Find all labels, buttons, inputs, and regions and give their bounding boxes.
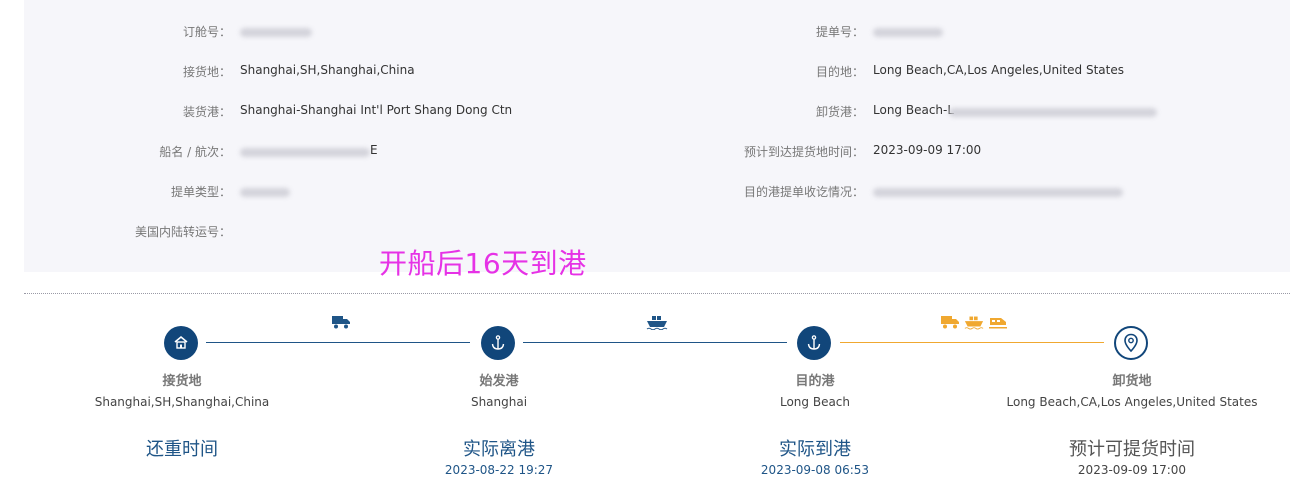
destination-value: Long Beach,CA,Los Angeles,United States (873, 63, 1124, 77)
annotation-text: 开船后16天到港 (379, 247, 587, 280)
receipt-place-label: 接货地： (182, 65, 231, 79)
bl-receipt-status-redacted (873, 188, 1123, 197)
truck-icon (332, 316, 350, 329)
ship-icon (964, 316, 984, 330)
booking-number-redacted (240, 28, 312, 37)
train-icon (989, 318, 1007, 329)
us-inland-transfer-label: 美国内陆转运号： (134, 225, 231, 239)
eta-pickup-value: 2023-09-09 17:00 (873, 143, 982, 157)
node-origin-port (481, 326, 515, 360)
node-destination-port (797, 326, 831, 360)
eta-pickup-label: 预计到达提货地时间： (743, 145, 864, 159)
event-actual-arrival: 实际到港 (779, 439, 851, 460)
stop-place-destination-port: Long Beach (779, 395, 851, 409)
booking-info-panel: 订舱号： 接货地： Shanghai,SH,Shanghai,China 装货港… (24, 0, 1290, 272)
bl-type-label: 提单类型： (170, 185, 231, 199)
node-delivery-place (1114, 326, 1148, 360)
bl-number-label: 提单号： (815, 25, 864, 39)
bl-number-redacted (873, 28, 943, 37)
loading-port-label: 装货港： (182, 105, 231, 119)
event-return-time: 还重时间 (146, 439, 218, 460)
bl-receipt-status-label: 目的港提单收讫情况： (743, 185, 864, 199)
destination-label: 目的地： (815, 65, 864, 79)
receipt-place-value: Shanghai,SH,Shanghai,China (240, 63, 415, 77)
stop-place-delivery-place: Long Beach,CA,Los Angeles,United States (1006, 395, 1258, 409)
time-actual-arrival: 2023-09-08 06:53 (760, 463, 870, 477)
section-divider (24, 293, 1290, 294)
ship-icon (646, 316, 668, 330)
stop-title-destination-port: 目的港 (795, 374, 835, 389)
stop-place-receipt: Shanghai,SH,Shanghai,China (94, 395, 270, 409)
truck-icon (941, 316, 959, 329)
timeline-segment-2 (523, 342, 787, 343)
stop-place-origin-port: Shanghai (470, 395, 528, 409)
booking-number-label: 订舱号： (182, 25, 231, 39)
time-estimated-pickup: 2023-09-09 17:00 (1077, 463, 1187, 477)
timeline-segment-1 (206, 342, 470, 343)
event-estimated-pickup: 预计可提货时间 (1069, 439, 1195, 460)
timeline-segment-3 (840, 342, 1104, 343)
vessel-voyage-redacted (240, 148, 370, 157)
stop-title-delivery-place: 卸货地 (1112, 374, 1152, 389)
home-icon (174, 335, 188, 349)
vessel-voyage-label: 船名 / 航次： (159, 145, 231, 159)
anchor-icon (807, 335, 821, 350)
discharge-port-label: 卸货港： (815, 105, 864, 119)
mode-multimodal (940, 313, 1008, 331)
bl-type-redacted (240, 188, 290, 197)
location-pin-icon (1124, 333, 1138, 353)
discharge-port-redacted (949, 108, 1157, 117)
anchor-icon (491, 335, 505, 350)
mode-truck (331, 313, 351, 331)
time-actual-departure: 2023-08-22 19:27 (444, 463, 554, 477)
stop-title-receipt: 接货地 (162, 374, 202, 389)
event-actual-departure: 实际离港 (463, 439, 535, 460)
stop-title-origin-port: 始发港 (479, 374, 519, 389)
node-receipt (164, 326, 198, 360)
discharge-port-value: Long Beach-L (873, 103, 955, 117)
mode-ship (646, 313, 668, 331)
loading-port-value: Shanghai-Shanghai Int'l Port Shang Dong … (240, 103, 513, 117)
vessel-voyage-value: E (370, 143, 378, 157)
